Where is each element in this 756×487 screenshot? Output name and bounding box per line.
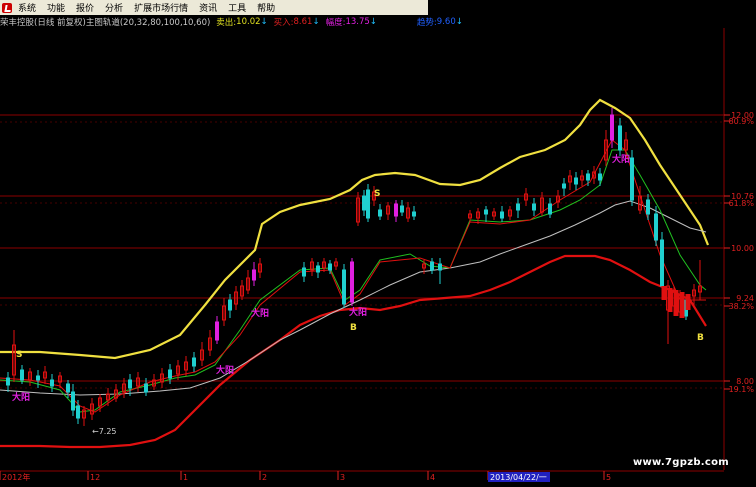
stock-title: 荣丰控股(日线 前复权) (0, 18, 86, 28)
amplitude-value: 13.75 (345, 17, 370, 27)
menu-item-tools[interactable]: 工具 (224, 1, 253, 14)
candle-body (618, 125, 622, 151)
time-axis-label: 12 (90, 473, 100, 482)
candle-body (430, 261, 434, 271)
drop-block (661, 286, 667, 300)
candle-body (76, 405, 80, 419)
menu-item-extended-market[interactable]: 扩展市场行情 (130, 1, 195, 14)
candle-body (532, 203, 536, 211)
candle-body (574, 177, 578, 185)
buy-signal-label: B (697, 333, 704, 343)
watermark: www.7gpzb.com (632, 457, 729, 468)
drop-block (685, 294, 691, 310)
candle-body (610, 114, 614, 141)
candle-body (228, 299, 232, 311)
candle-body (500, 211, 504, 219)
time-axis-label: 2012年 (2, 472, 30, 482)
price-axis-label: 80.9% (729, 117, 755, 126)
candle-body (71, 391, 75, 411)
price-axis-label: 10.00 (731, 244, 754, 253)
big-yang-label: 大阳 (612, 153, 630, 165)
candle-body (378, 209, 382, 217)
trend-label: 趋势: (416, 18, 437, 28)
menu-item-news[interactable]: 资讯 (195, 1, 224, 14)
candle-body (394, 203, 398, 217)
time-axis-label: 5 (606, 473, 611, 482)
candle-body (192, 357, 196, 367)
drop-block (679, 292, 685, 318)
time-axis-label: 1 (183, 473, 188, 482)
time-axis-label: 4 (430, 473, 435, 482)
candle-body (586, 173, 590, 181)
candle-body (252, 269, 256, 281)
candle-body (362, 195, 366, 211)
buy-signal-label: B (350, 323, 357, 333)
candle-body (66, 383, 70, 393)
sell-value: 10.02 (236, 17, 261, 27)
app-logo-icon (2, 2, 12, 13)
candle-body (400, 205, 404, 213)
candle-body (646, 199, 650, 215)
sell-arrow-icon: ↓ (260, 17, 268, 27)
buy-arrow-icon: ↓ (312, 17, 320, 27)
candle-body (20, 369, 24, 381)
candle-body (412, 211, 416, 217)
buy-label: 买入: (273, 18, 294, 28)
time-axis-label: 3 (340, 473, 345, 482)
chart-canvas[interactable]: 12.0080.9%10.7661.8%10.009.2438.2%8.0019… (0, 28, 756, 487)
menu-bar: 系统 功能 报价 分析 扩展市场行情 资讯 工具 帮助 (0, 0, 428, 15)
candle-body (328, 263, 332, 271)
candle-body (36, 375, 40, 381)
buy-value: 8.61 (293, 17, 313, 27)
big-yang-label: 大阳 (349, 306, 367, 318)
menu-item-quote[interactable]: 报价 (72, 1, 101, 14)
amplitude-arrow-icon: ↓ (369, 17, 377, 27)
candle-body (562, 183, 566, 189)
price-axis-label: 19.1% (729, 385, 755, 394)
candle-body (484, 209, 488, 215)
kline-chart[interactable]: 12.00 80.9% 10.76 61.8% 10.00 9.24 38.2% 8.00 19… (0, 28, 756, 487)
candle-body (660, 239, 664, 287)
candle-body (598, 173, 602, 181)
upper-band-line (0, 98, 710, 360)
candle-body (548, 203, 552, 215)
candle-body (6, 377, 10, 386)
price-axis-label: 38.2% (729, 302, 755, 311)
candle-body (168, 369, 172, 379)
menu-item-system[interactable]: 系统 (14, 1, 43, 14)
candle-body (302, 267, 306, 277)
big-yang-label: 大阳 (12, 391, 30, 403)
trend-arrow-icon: ↓ (455, 17, 463, 27)
candle-body (144, 383, 148, 393)
low-price-marker: ←7.25 (92, 427, 117, 436)
sell-signal-label: S (374, 189, 380, 199)
candle-body (654, 213, 658, 241)
candle-body (438, 263, 442, 271)
menu-item-function[interactable]: 功能 (43, 1, 72, 14)
sell-signal-label: S (16, 350, 22, 360)
indicator-name: 主图轨道(20,32,80,100,10,60) (85, 18, 211, 28)
candle-body (342, 269, 346, 305)
candle-body (128, 379, 132, 389)
indicator-bar: 荣丰控股(日线 前复权) 主图轨道(20,32,80,100,10,60) 卖出… (0, 16, 756, 28)
selected-date-label: 2013/04/22/一 (490, 473, 547, 482)
drop-block (673, 290, 679, 316)
big-yang-label: 大阳 (251, 307, 269, 319)
candle-body (215, 321, 219, 341)
sell-label: 卖出: (216, 18, 237, 28)
candle-body (516, 203, 520, 211)
candle-body (316, 265, 320, 273)
candle-body (366, 189, 370, 219)
drop-block (667, 288, 673, 312)
trend-value: 9.60 (436, 17, 456, 27)
candle-body (630, 157, 634, 201)
price-axis-label: 61.8% (729, 199, 755, 208)
amplitude-label: 幅度: (325, 18, 346, 28)
candle-body (350, 261, 354, 303)
candle-body (50, 379, 54, 387)
time-axis-label: 2 (262, 473, 267, 482)
menu-item-help[interactable]: 帮助 (253, 1, 282, 14)
menu-item-analysis[interactable]: 分析 (101, 1, 130, 14)
big-yang-label: 大阳 (216, 364, 234, 376)
